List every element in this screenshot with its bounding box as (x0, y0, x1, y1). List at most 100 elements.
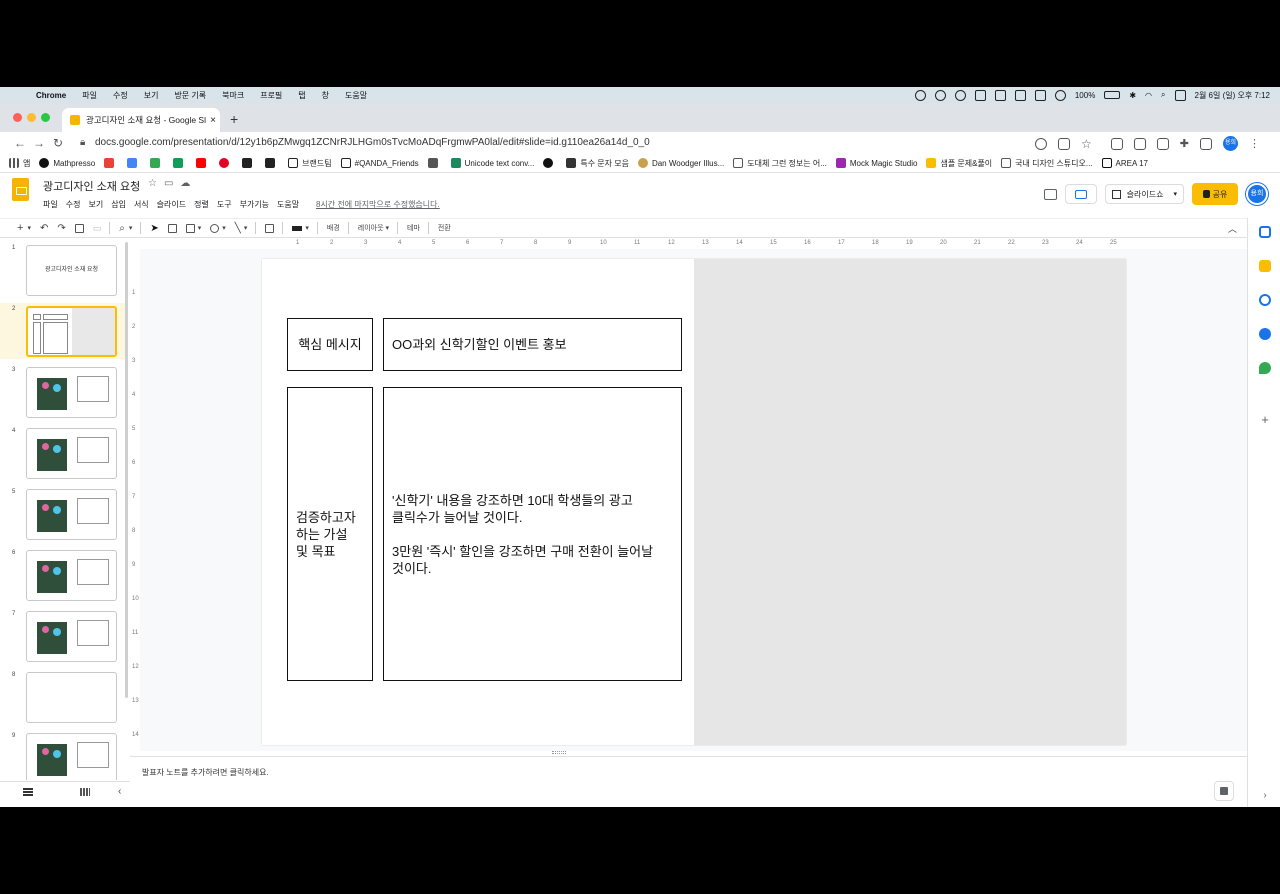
chevron-down-icon[interactable]: ▾ (1173, 190, 1177, 198)
menubar-item-edit[interactable]: 수정 (113, 90, 128, 101)
menubar-app-name[interactable]: Chrome (36, 91, 66, 100)
chevron-down-icon[interactable]: ▾ (27, 224, 31, 232)
filmstrip-slide[interactable]: 9 (0, 730, 128, 780)
share-page-icon[interactable] (1058, 137, 1071, 150)
apple-icon[interactable] (14, 90, 24, 100)
control-center-icon[interactable] (1174, 89, 1186, 101)
current-slide[interactable]: 핵심 메시지 OO과외 신학기할인 이벤트 홍보 검증하고자 하는 가설 및 목… (262, 259, 1126, 745)
tab-close-icon[interactable]: × (206, 115, 220, 126)
share-button[interactable]: 공유 (1192, 183, 1238, 205)
browser-profile-avatar[interactable]: 용희 (1223, 136, 1238, 151)
slide-thumbnail[interactable] (26, 672, 117, 723)
slide-thumbnail[interactable]: 광고디자인 소재 요청 (26, 245, 117, 296)
filmstrip-slide[interactable]: 8 (0, 669, 128, 725)
menu-edit[interactable]: 수정 (66, 199, 81, 210)
bluetooth-icon[interactable]: ✱ (1129, 91, 1136, 100)
browser-menu-icon[interactable]: ⋮ (1249, 137, 1260, 150)
bookmark-item[interactable] (219, 158, 233, 168)
zoom-icon[interactable]: ⌕ (119, 223, 125, 234)
menubar-item-tab[interactable]: 탭 (298, 90, 305, 101)
menu-addons[interactable]: 부가기능 (240, 199, 269, 210)
tasks-icon[interactable] (1259, 294, 1271, 306)
spotlight-search-icon[interactable]: ⌕ (1161, 90, 1165, 100)
filmstrip-slide[interactable]: 4 (0, 425, 128, 481)
comment-add-icon[interactable] (265, 223, 275, 233)
slide-thumbnail[interactable] (26, 428, 117, 479)
hide-side-panel-icon[interactable]: › (1259, 790, 1271, 802)
filmstrip-slide[interactable]: 1 광고디자인 소재 요청 (0, 242, 128, 298)
chevron-down-icon[interactable]: ▾ (198, 224, 202, 232)
bookmark-item[interactable]: 도대체 그런 정보는 어... (733, 158, 827, 169)
bookmark-item[interactable]: AREA 17 (1101, 158, 1148, 168)
forward-arrow-icon[interactable]: → (33, 136, 45, 150)
slide-thumbnail[interactable] (26, 733, 117, 780)
menu-arrange[interactable]: 정렬 (194, 199, 209, 210)
slide-thumbnail[interactable] (26, 367, 117, 418)
slide-thumbnail[interactable] (26, 611, 117, 662)
paint-format-icon[interactable]: ▭ (93, 223, 102, 234)
menu-slide[interactable]: 슬라이드 (157, 199, 186, 210)
undo-icon[interactable]: ↶ (40, 223, 48, 234)
bookmark-item[interactable] (173, 158, 187, 168)
redo-icon[interactable]: ↷ (57, 223, 65, 234)
chevron-down-icon[interactable]: ▾ (386, 224, 390, 232)
hypothesis-label-box[interactable]: 검증하고자 하는 가설 및 목표 (287, 387, 373, 681)
bookmark-item[interactable]: Dan Woodger Illus... (637, 158, 724, 168)
move-folder-icon[interactable]: ▭ (164, 178, 173, 189)
text-box-icon[interactable] (167, 223, 177, 233)
window-minimize-button[interactable] (27, 113, 36, 122)
status-app-icon[interactable] (934, 89, 946, 101)
status-app-icon[interactable] (1034, 89, 1046, 101)
bookmark-item[interactable]: Unicode text conv... (450, 158, 534, 168)
menu-insert[interactable]: 삽입 (111, 199, 126, 210)
extension-icon[interactable] (1133, 137, 1146, 150)
filmstrip-scrollbar[interactable] (125, 242, 128, 698)
bookmark-item[interactable] (265, 158, 279, 168)
notes-resize-handle[interactable] (552, 751, 566, 754)
slideshow-button[interactable]: 슬라이드쇼 ▾ (1104, 184, 1184, 204)
extension-icon[interactable] (1156, 137, 1169, 150)
toolbar-theme-button[interactable]: 테마 (407, 223, 420, 233)
bookmark-item[interactable]: #QANDA_Friends (340, 158, 419, 168)
slide-thumbnail[interactable] (26, 550, 117, 601)
filmstrip-slide[interactable]: 6 (0, 547, 128, 603)
slides-logo-icon[interactable] (12, 178, 29, 201)
new-slide-plus-icon[interactable]: + (17, 222, 23, 234)
key-message-text-box[interactable]: OO과외 신학기할인 이벤트 홍보 (383, 318, 682, 371)
speaker-notes-placeholder[interactable]: 발표자 노트를 추가하려면 클릭하세요. (142, 767, 269, 778)
select-cursor-icon[interactable]: ➤ (150, 223, 158, 234)
line-icon[interactable]: ╲ (235, 223, 241, 234)
reload-icon[interactable]: ↻ (53, 136, 63, 150)
bookmark-item[interactable]: 특수 문자 모음 (566, 158, 629, 169)
background-color-icon[interactable] (292, 225, 303, 231)
last-edit-link[interactable]: 8시간 전에 마지막으로 수정했습니다. (316, 199, 440, 210)
status-app-icon[interactable] (1014, 89, 1026, 101)
menubar-item-profiles[interactable]: 프로필 (260, 90, 282, 101)
bookmark-item[interactable] (427, 158, 442, 168)
explore-button[interactable] (1214, 781, 1234, 801)
battery-icon[interactable] (1104, 91, 1121, 99)
grid-view-icon[interactable] (80, 788, 90, 796)
menubar-item-window[interactable]: 창 (322, 90, 329, 101)
browser-tab-active[interactable]: 광고디자인 소재 요청 - Google Sli × (62, 108, 220, 132)
slide-grey-panel[interactable] (694, 259, 1126, 745)
maps-icon[interactable] (1259, 362, 1271, 374)
menubar-item-help[interactable]: 도움말 (345, 90, 367, 101)
collapse-toolbar-icon[interactable]: ︿ (1228, 222, 1237, 235)
comment-history-icon[interactable] (1043, 188, 1057, 200)
filmstrip-slide[interactable]: 5 (0, 486, 128, 542)
menu-help[interactable]: 도움말 (277, 199, 299, 210)
status-app-icon[interactable] (954, 89, 966, 101)
menu-tools[interactable]: 도구 (217, 199, 232, 210)
bookmark-apps[interactable]: 앱 (9, 158, 30, 169)
url-field[interactable]: docs.google.com/presentation/d/12y1b6pZM… (95, 137, 650, 148)
meet-button[interactable] (1064, 184, 1097, 204)
contacts-icon[interactable] (1259, 328, 1271, 340)
speaker-notes-panel[interactable]: 발표자 노트를 추가하려면 클릭하세요. (130, 756, 1247, 786)
bookmark-item[interactable]: 샘플 문제&풀이 (926, 158, 992, 169)
menu-file[interactable]: 파일 (43, 199, 58, 210)
toolbar-background-button[interactable]: 배경 (327, 223, 340, 233)
window-close-button[interactable] (13, 113, 22, 122)
document-title[interactable]: 광고디자인 소재 요청 (43, 178, 140, 194)
status-app-icon[interactable] (914, 89, 926, 101)
